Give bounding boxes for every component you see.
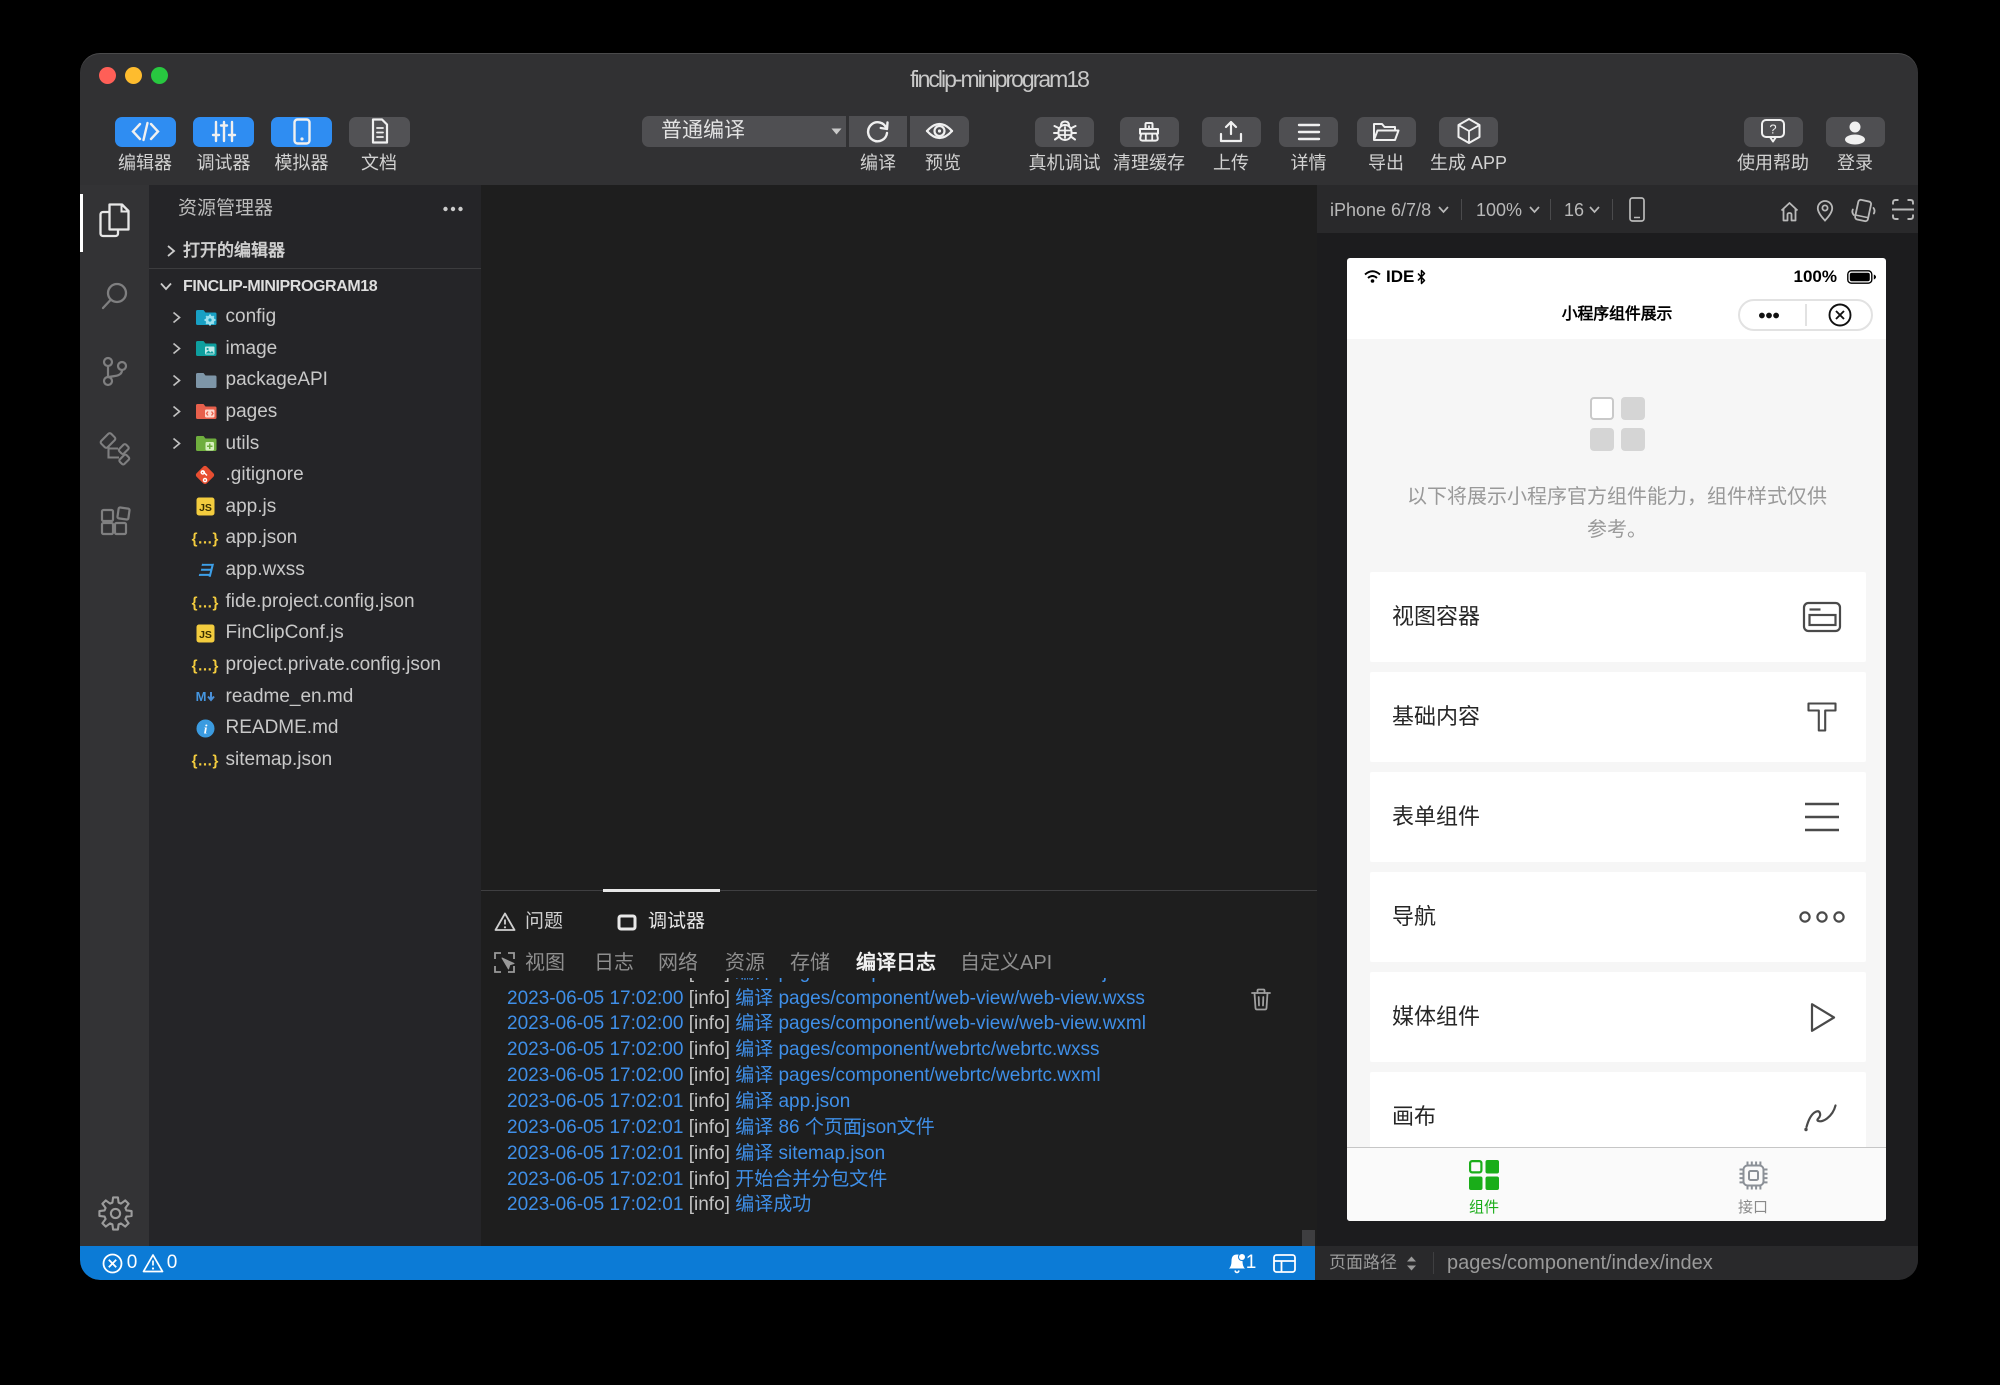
svg-text:{…}: {…} (192, 752, 219, 769)
svg-text:ヨ: ヨ (197, 561, 215, 580)
svg-text:JS: JS (199, 629, 212, 641)
svg-text:{…}: {…} (192, 658, 219, 675)
svg-text:M: M (196, 689, 207, 704)
svg-text:JS: JS (199, 502, 212, 514)
svg-text:{…}: {…} (192, 594, 219, 611)
svg-text:i: i (204, 721, 208, 736)
svg-text:{…}: {…} (192, 531, 219, 548)
svg-text:?: ? (1769, 122, 1776, 137)
